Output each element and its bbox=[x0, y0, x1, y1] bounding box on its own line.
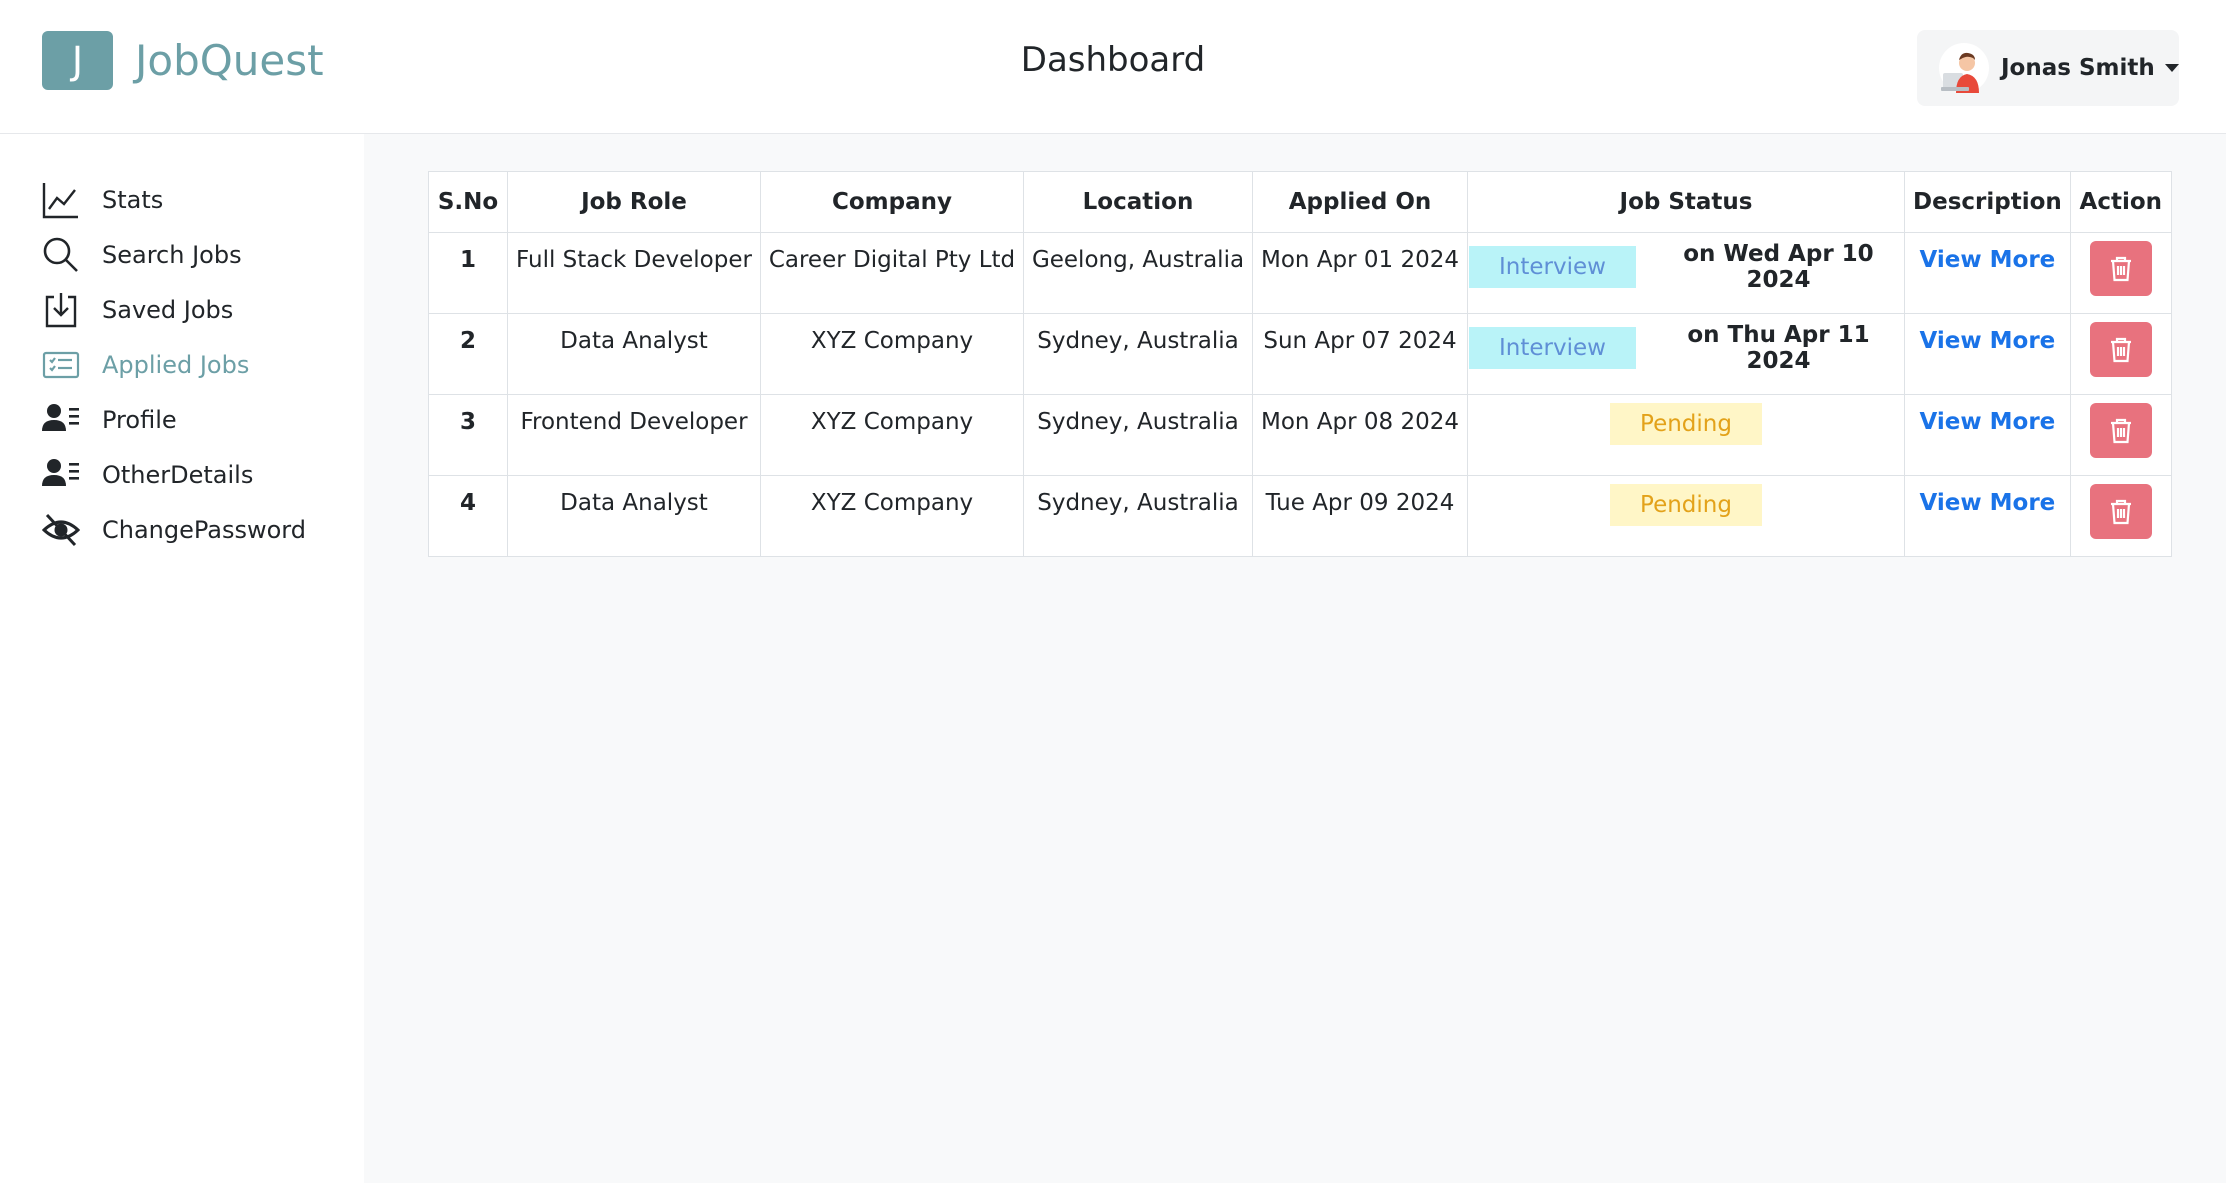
cell-location: Sydney, Australia bbox=[1023, 313, 1253, 395]
cell-company: XYZ Company bbox=[760, 475, 1024, 557]
sidebar-item-saved-jobs[interactable]: Saved Jobs bbox=[42, 285, 233, 335]
cell-action bbox=[2069, 313, 2172, 395]
applied-jobs-table-wrapper: S.No Job Role Company Location Applied O… bbox=[428, 171, 2172, 557]
column-header: S.No bbox=[428, 171, 508, 233]
applied-jobs-table: S.No Job Role Company Location Applied O… bbox=[428, 171, 2172, 557]
cell-applied-on: Mon Apr 08 2024 bbox=[1252, 394, 1468, 476]
cell-sno: 4 bbox=[428, 475, 508, 557]
cell-company: XYZ Company bbox=[760, 313, 1024, 395]
sidebar-item-label: ChangePassword bbox=[102, 516, 306, 544]
view-more-link[interactable]: View More bbox=[1920, 328, 2056, 354]
cell-company: XYZ Company bbox=[760, 394, 1024, 476]
user-menu-button[interactable]: Jonas Smith bbox=[1917, 30, 2179, 106]
cell-job-status: Interview on Thu Apr 11 2024 bbox=[1467, 313, 1905, 395]
sidebar-item-label: Search Jobs bbox=[102, 241, 242, 269]
sidebar-item-label: Applied Jobs bbox=[102, 351, 250, 379]
cell-action bbox=[2069, 475, 2172, 557]
cell-action bbox=[2069, 232, 2172, 314]
trash-icon bbox=[2110, 499, 2131, 524]
cell-job-role: Full Stack Developer bbox=[507, 232, 761, 314]
cell-description: View More bbox=[1904, 313, 2071, 395]
cell-company: Career Digital Pty Ltd bbox=[760, 232, 1024, 314]
delete-button[interactable] bbox=[2089, 241, 2152, 296]
status-badge: Interview bbox=[1469, 327, 1636, 369]
brand[interactable]: J JobQuest bbox=[42, 31, 324, 90]
chevron-down-icon bbox=[2164, 64, 2179, 72]
cell-job-role: Frontend Developer bbox=[507, 394, 761, 476]
table-row: 3 Frontend Developer XYZ Company Sydney,… bbox=[428, 394, 2172, 476]
sidebar-item-applied-jobs[interactable]: Applied Jobs bbox=[42, 340, 249, 390]
person-lines-icon bbox=[42, 456, 80, 494]
cell-sno: 2 bbox=[428, 313, 508, 395]
column-header: Job Status bbox=[1467, 171, 1905, 233]
cell-job-status: Interview on Wed Apr 10 2024 bbox=[1467, 232, 1905, 314]
column-header: Applied On bbox=[1252, 171, 1468, 233]
brand-name: JobQuest bbox=[135, 36, 324, 85]
delete-button[interactable] bbox=[2089, 322, 2152, 377]
column-header: Description bbox=[1904, 171, 2071, 233]
column-header: Location bbox=[1023, 171, 1253, 233]
eye-slash-icon bbox=[42, 511, 80, 549]
cell-applied-on: Sun Apr 07 2024 bbox=[1252, 313, 1468, 395]
delete-button[interactable] bbox=[2089, 484, 2152, 539]
sidebar-item-other-details[interactable]: OtherDetails bbox=[42, 450, 253, 500]
column-header: Action bbox=[2069, 171, 2172, 233]
view-more-link[interactable]: View More bbox=[1920, 409, 2056, 435]
table-row: 4 Data Analyst XYZ Company Sydney, Austr… bbox=[428, 475, 2172, 557]
line-chart-icon bbox=[42, 181, 80, 219]
cell-location: Sydney, Australia bbox=[1023, 394, 1253, 476]
user-name: Jonas Smith bbox=[2001, 55, 2155, 81]
cell-location: Geelong, Australia bbox=[1023, 232, 1253, 314]
sidebar: Stats Search Jobs Saved Jobs Applied Job… bbox=[0, 134, 364, 1183]
sidebar-item-label: OtherDetails bbox=[102, 461, 254, 489]
sidebar-item-change-password[interactable]: ChangePassword bbox=[42, 505, 306, 555]
status-date: on Thu Apr 11 2024 bbox=[1687, 322, 1870, 374]
brand-logo: J bbox=[42, 31, 113, 90]
cell-job-role: Data Analyst bbox=[507, 475, 761, 557]
sidebar-item-label: Stats bbox=[102, 186, 164, 214]
table-row: 1 Full Stack Developer Career Digital Pt… bbox=[428, 232, 2172, 314]
delete-button[interactable] bbox=[2089, 403, 2152, 458]
sidebar-item-label: Profile bbox=[102, 406, 177, 434]
column-header: Company bbox=[760, 171, 1024, 233]
cell-applied-on: Mon Apr 01 2024 bbox=[1252, 232, 1468, 314]
download-box-icon bbox=[42, 291, 80, 329]
cell-location: Sydney, Australia bbox=[1023, 475, 1253, 557]
view-more-link[interactable]: View More bbox=[1920, 247, 2056, 273]
top-navbar: J JobQuest Dashboard Jonas Smith bbox=[0, 0, 2226, 134]
cell-applied-on: Tue Apr 09 2024 bbox=[1252, 475, 1468, 557]
trash-icon bbox=[2110, 418, 2131, 443]
trash-icon bbox=[2110, 256, 2131, 281]
cell-sno: 1 bbox=[428, 232, 508, 314]
person-lines-icon bbox=[42, 401, 80, 439]
avatar bbox=[1939, 43, 1989, 93]
sidebar-item-profile[interactable]: Profile bbox=[42, 395, 177, 445]
cell-job-role: Data Analyst bbox=[507, 313, 761, 395]
view-more-link[interactable]: View More bbox=[1920, 490, 2056, 516]
status-badge: Pending bbox=[1610, 403, 1762, 445]
status-date: on Wed Apr 10 2024 bbox=[1683, 241, 1874, 293]
cell-sno: 3 bbox=[428, 394, 508, 476]
cell-job-status: Pending bbox=[1467, 475, 1905, 557]
card-list-icon bbox=[42, 346, 80, 384]
cell-description: View More bbox=[1904, 394, 2071, 476]
page-title: Dashboard bbox=[1020, 40, 1206, 80]
column-header: Job Role bbox=[507, 171, 761, 233]
cell-action bbox=[2069, 394, 2172, 476]
status-badge: Pending bbox=[1610, 484, 1762, 526]
cell-description: View More bbox=[1904, 475, 2071, 557]
sidebar-item-stats[interactable]: Stats bbox=[42, 175, 163, 225]
search-icon bbox=[42, 236, 80, 274]
table-row: 2 Data Analyst XYZ Company Sydney, Austr… bbox=[428, 313, 2172, 395]
table-header-row: S.No Job Role Company Location Applied O… bbox=[428, 171, 2172, 233]
cell-job-status: Pending bbox=[1467, 394, 1905, 476]
sidebar-item-search-jobs[interactable]: Search Jobs bbox=[42, 230, 242, 280]
sidebar-item-label: Saved Jobs bbox=[102, 296, 234, 324]
trash-icon bbox=[2110, 337, 2131, 362]
status-badge: Interview bbox=[1469, 246, 1636, 288]
cell-description: View More bbox=[1904, 232, 2071, 314]
